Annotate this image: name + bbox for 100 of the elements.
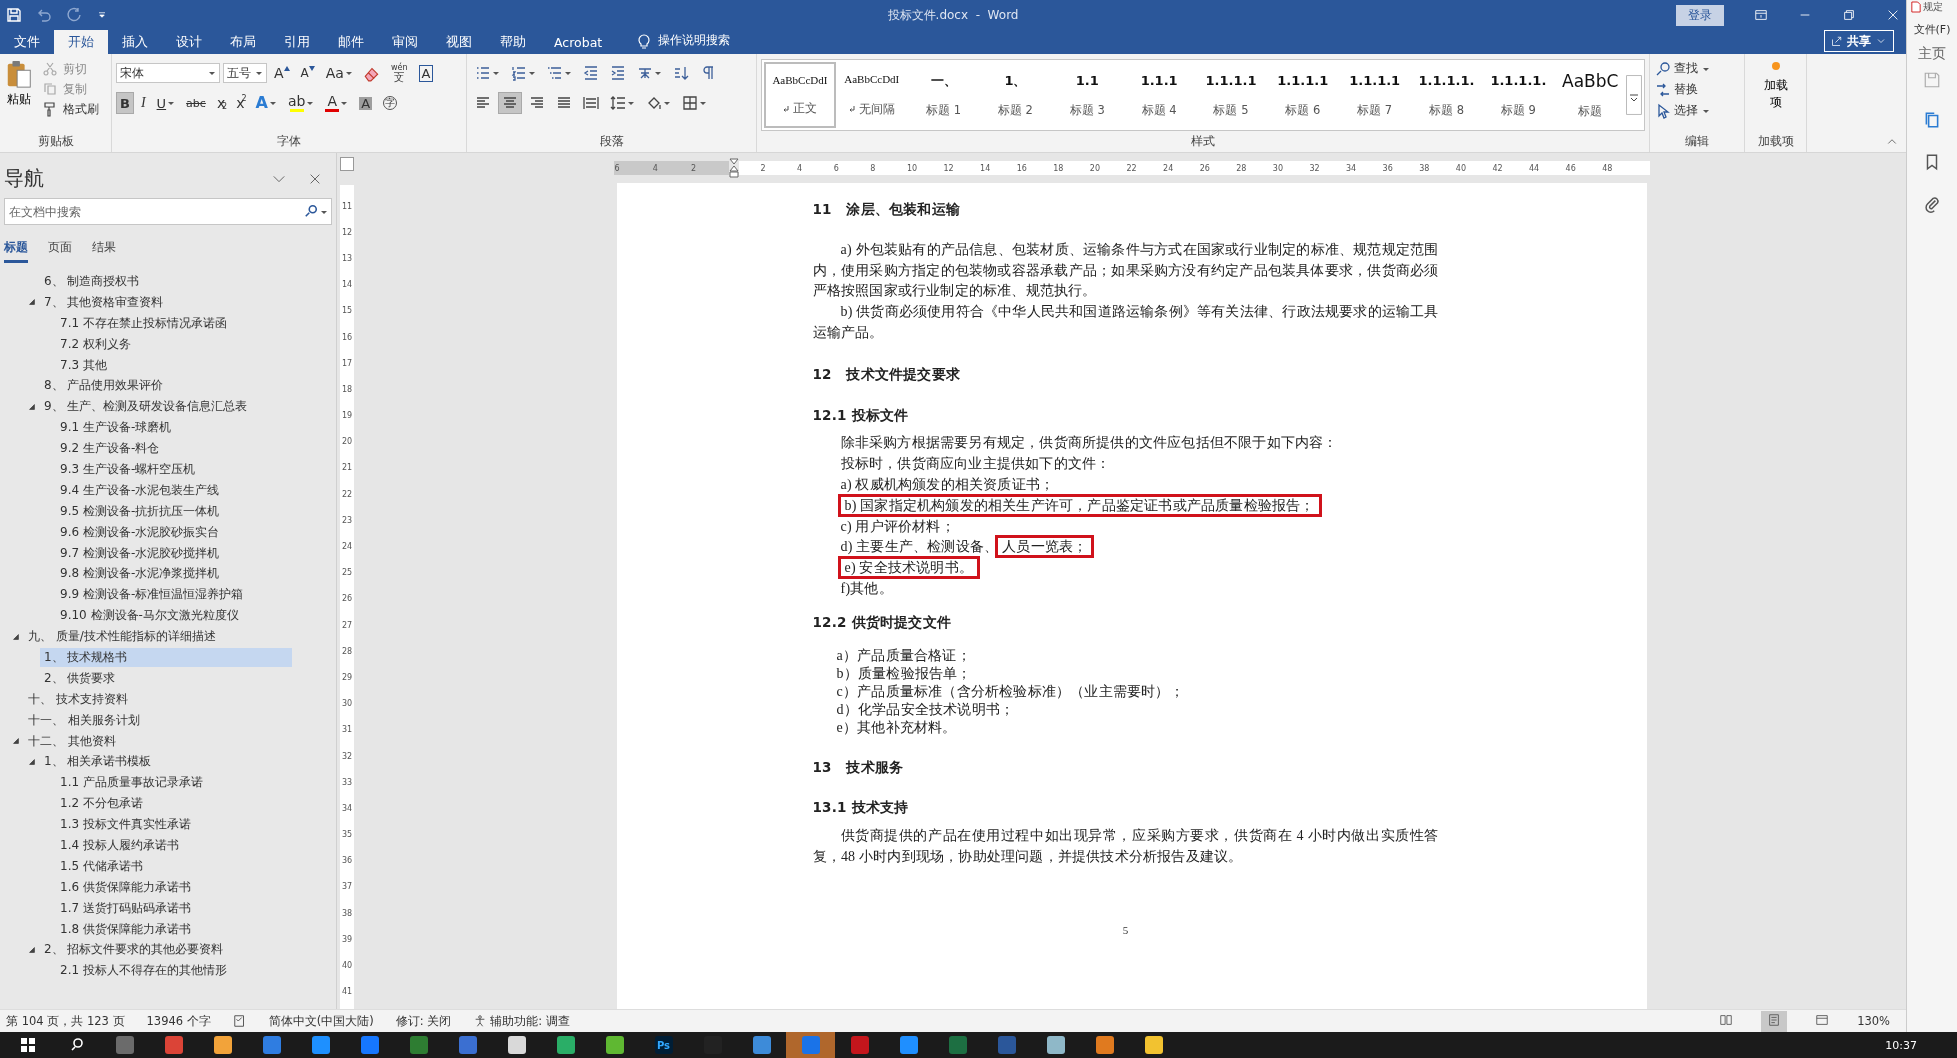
menu-item[interactable]: 文件(F)	[1913, 22, 1951, 37]
ribbon-tab[interactable]: 审阅	[378, 30, 432, 54]
heading-item[interactable]: 9.5 检测设备-抗折抗压一体机	[56, 501, 228, 521]
toolbar-tab[interactable]: 主页	[1918, 45, 1946, 63]
heading-item[interactable]: 九、 质量/技术性能指标的详细描述	[24, 627, 224, 647]
pane-tab[interactable]: 页面	[48, 239, 72, 263]
zoom-level[interactable]: 130%	[1857, 1014, 1891, 1028]
heading-item[interactable]: 9.4 生产设备-水泥包装生产线	[56, 480, 228, 500]
heading-item[interactable]: 9.10 检测设备-马尔文激光粒度仪	[56, 606, 247, 626]
heading-item[interactable]: 1.5 代储承诺书	[56, 856, 151, 876]
heading-item[interactable]: 1.2 不分包承诺	[56, 794, 151, 814]
heading-item[interactable]: 9.1 生产设备-球磨机	[56, 418, 180, 438]
undo-icon[interactable]	[36, 7, 52, 23]
font-name-field[interactable]: 宋体	[116, 63, 220, 83]
expand-triangle-icon[interactable]	[12, 737, 20, 746]
pane-tab[interactable]: 标题	[4, 239, 28, 263]
print-layout-button[interactable]	[1761, 1010, 1788, 1032]
replace-button[interactable]: 替换	[1654, 80, 1740, 99]
pane-tab[interactable]: 结果	[92, 239, 116, 263]
accessibility-status[interactable]: 辅助功能: 调查	[473, 1013, 570, 1029]
restore-icon[interactable]	[1842, 8, 1857, 22]
strike-button[interactable]: abc	[182, 92, 210, 114]
fontcolor-button[interactable]: A	[321, 92, 353, 114]
heading-item[interactable]: 7.1 不存在禁止投标情况承诺函	[56, 313, 235, 333]
search-icon[interactable]	[304, 204, 318, 218]
proofing-icon[interactable]	[232, 1014, 247, 1028]
underline-button[interactable]: U	[152, 92, 180, 114]
heading-item[interactable]: 7.3 其他	[56, 355, 115, 375]
ribbon-tab[interactable]: 邮件	[324, 30, 378, 54]
effects-button[interactable]: A	[251, 92, 281, 114]
status-text[interactable]: 简体中文(中国大陆)	[268, 1013, 374, 1029]
shading-button[interactable]: A	[355, 92, 377, 114]
align-center-button[interactable]	[498, 92, 522, 114]
heading-item[interactable]: 1、 技术规格书	[40, 647, 292, 667]
share-button[interactable]: 共享	[1824, 30, 1895, 52]
gallery-more-icon[interactable]	[1626, 75, 1643, 115]
select-button[interactable]: 选择	[1654, 101, 1740, 120]
font-size-field[interactable]: 五号	[223, 63, 267, 83]
heading-item[interactable]: 9.2 生产设备-料仓	[56, 439, 168, 459]
heading-item[interactable]: 9.6 检测设备-水泥胶砂振实台	[56, 522, 228, 542]
search-field[interactable]: 在文档中搜索	[4, 198, 332, 225]
heading-item[interactable]: 9.7 检测设备-水泥胶砂搅拌机	[56, 543, 228, 563]
bold-button[interactable]: B	[116, 92, 134, 114]
paste-button[interactable]: 粘贴	[4, 57, 34, 134]
shrink-button[interactable]: A	[296, 62, 319, 84]
ribbon-tab[interactable]: 设计	[162, 30, 216, 54]
indent-marker-icon[interactable]	[728, 158, 739, 178]
sub-button[interactable]: x$_{2}$	[212, 92, 230, 114]
heading-item[interactable]: 2.1 投标人不得存在的其他情形	[56, 961, 235, 981]
ribbon-tab[interactable]: 文件	[0, 30, 54, 54]
enclose-button[interactable]: 字	[379, 92, 402, 114]
tell-me-search[interactable]: 操作说明搜索	[658, 32, 731, 54]
ribbon-tab[interactable]: 视图	[432, 30, 486, 54]
heading-item[interactable]: 9.9 检测设备-标准恒温恒湿养护箱	[56, 585, 252, 605]
redo-icon[interactable]	[66, 7, 82, 23]
heading-item[interactable]: 1、 相关承诺书模板	[40, 752, 160, 772]
highlight-button[interactable]: ab	[283, 92, 319, 114]
heading-item[interactable]: 1.1 产品质量事故记录承诺	[56, 773, 211, 793]
style-item[interactable]: AaBbCcDdI 正文	[764, 62, 836, 128]
status-text[interactable]: 13946 个字	[146, 1013, 211, 1029]
expand-triangle-icon[interactable]	[28, 945, 36, 954]
expand-triangle-icon[interactable]	[28, 757, 36, 766]
heading-item[interactable]: 7.2 权利义务	[56, 334, 139, 354]
grow-button[interactable]: A	[270, 62, 294, 84]
heading-item[interactable]: 2、 招标文件要求的其他必要资料	[40, 940, 232, 960]
heading-item[interactable]: 7、 其他资格审查资料	[40, 292, 172, 312]
ribbon-tab[interactable]: Acrobat	[540, 30, 617, 54]
ribbon-tab[interactable]: 帮助	[486, 30, 540, 54]
heading-item[interactable]: 6、 制造商授权书	[40, 271, 148, 291]
pages-icon[interactable]	[1923, 111, 1941, 129]
heading-item[interactable]: 1.7 送货打码贴码承诺书	[56, 898, 199, 918]
heading-item[interactable]: 1.6 供货保障能力承诺书	[56, 877, 199, 897]
ribbon-tab[interactable]: 插入	[108, 30, 162, 54]
status-text[interactable]: 修订: 关闭	[395, 1013, 452, 1029]
heading-item[interactable]: 十二、 其他资料	[24, 731, 124, 751]
login-button[interactable]: 登录	[1676, 4, 1725, 26]
find-button[interactable]: 查找	[1654, 59, 1740, 78]
sup-button[interactable]: x$^{2}$	[232, 92, 249, 114]
heading-item[interactable]: 8、 产品使用效果评价	[40, 376, 172, 396]
heading-item[interactable]: 1.3 投标文件真实性承诺	[56, 815, 199, 835]
clipboard-button[interactable]: 格式刷	[40, 100, 101, 118]
ribbon-tab[interactable]: 布局	[216, 30, 270, 54]
phonetic-button[interactable]: wén 文	[386, 62, 412, 84]
heading-item[interactable]: 十、 技术支持资料	[24, 689, 136, 709]
heading-item[interactable]: 2、 供货要求	[40, 668, 124, 688]
ribbon-tab[interactable]: 开始	[54, 30, 108, 54]
caret-icon[interactable]	[320, 208, 328, 216]
heading-item[interactable]: 9.8 检测设备-水泥净浆搅拌机	[56, 564, 228, 584]
expand-triangle-icon[interactable]	[28, 402, 36, 411]
heading-item[interactable]: 1.8 供货保障能力承诺书	[56, 919, 199, 939]
status-text[interactable]: 第 104 页，共 123 页	[6, 1013, 125, 1029]
heading-item[interactable]: 9、 生产、检测及研发设备信息汇总表	[40, 397, 256, 417]
heading-item[interactable]: 十一、 相关服务计划	[24, 710, 148, 730]
heading-item[interactable]: 1.4 投标人履约承诺书	[56, 836, 187, 855]
italic-button[interactable]: I	[136, 92, 150, 114]
ribbon-options-icon[interactable]	[1754, 8, 1769, 22]
taskbar-app[interactable]: Ps	[639, 1032, 688, 1058]
paperclip-icon[interactable]	[1923, 195, 1941, 213]
heading-item[interactable]: 9.3 生产设备-螺杆空压机	[56, 459, 204, 479]
case-button[interactable]: Aa	[321, 62, 357, 84]
